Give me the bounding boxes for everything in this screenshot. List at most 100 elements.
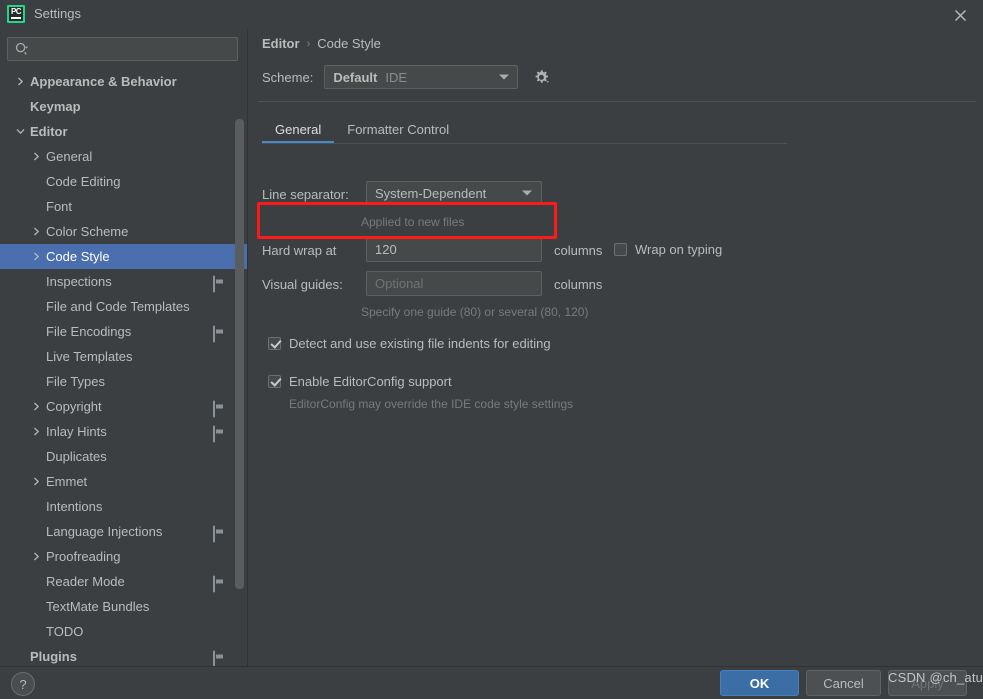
sidebar-item-todo[interactable]: TODO: [0, 619, 248, 644]
sidebar-item-label: Proofreading: [46, 549, 121, 564]
sidebar-item-file-types[interactable]: File Types: [0, 369, 248, 394]
chevron-down-icon[interactable]: [12, 127, 28, 136]
pycharm-logo-icon: PC: [7, 5, 25, 23]
sidebar-item-label: Inlay Hints: [46, 424, 107, 439]
title-bar: PC Settings: [0, 0, 983, 29]
ok-button[interactable]: OK: [720, 670, 799, 696]
scheme-dropdown[interactable]: Default IDE: [324, 65, 519, 89]
cancel-button[interactable]: Cancel: [806, 670, 881, 696]
visual-guides-hint: Specify one guide (80) or several (80, 1…: [361, 305, 589, 319]
line-separator-dropdown[interactable]: System-Dependent: [366, 181, 542, 205]
sidebar-item-label: File and Code Templates: [46, 299, 190, 314]
sidebar-scrollbar-track[interactable]: [235, 74, 246, 664]
sidebar-item-label: TextMate Bundles: [46, 599, 150, 614]
chevron-right-icon[interactable]: [28, 402, 44, 411]
chevron-right-icon[interactable]: [28, 152, 44, 161]
sidebar-item-file-encodings[interactable]: File Encodings: [0, 319, 248, 344]
tab-formatter-control[interactable]: Formatter Control: [334, 122, 462, 144]
hard-wrap-value: 120: [375, 242, 397, 257]
scheme-label: Scheme:: [262, 69, 314, 85]
enable-editorconfig-checkbox[interactable]: Enable EditorConfig support: [268, 374, 452, 389]
search-input[interactable]: [29, 39, 237, 59]
sidebar-item-copyright[interactable]: Copyright: [0, 394, 248, 419]
tab-underline: [262, 143, 787, 144]
breadcrumb-parent[interactable]: Editor: [262, 36, 300, 51]
sidebar-item-code-editing[interactable]: Code Editing: [0, 169, 248, 194]
plugin-badge-icon: [213, 425, 226, 442]
checkbox-box: [268, 375, 281, 388]
chevron-right-icon[interactable]: [28, 477, 44, 486]
sidebar-item-label: Duplicates: [46, 449, 107, 464]
sidebar-item-code-style[interactable]: Code Style: [0, 244, 248, 269]
hard-wrap-units-label: columns: [554, 243, 603, 258]
breadcrumb-separator-icon: ›: [306, 37, 311, 50]
chevron-right-icon[interactable]: [28, 227, 44, 236]
chevron-right-icon[interactable]: [28, 252, 44, 261]
sidebar-item-appearance-behavior[interactable]: Appearance & Behavior: [0, 69, 248, 94]
chevron-right-icon[interactable]: [12, 77, 28, 86]
sidebar-item-label: Live Templates: [46, 349, 133, 364]
visual-guides-placeholder: Optional: [375, 276, 424, 291]
sidebar-item-label: Emmet: [46, 474, 88, 489]
search-box[interactable]: [7, 37, 238, 61]
hard-wrap-input[interactable]: 120: [366, 237, 542, 262]
detect-indents-checkbox[interactable]: Detect and use existing file indents for…: [268, 336, 551, 351]
plugin-badge-icon: [213, 400, 226, 417]
sidebar-item-live-templates[interactable]: Live Templates: [0, 344, 248, 369]
settings-main-panel: Editor › Code Style Scheme: Default IDE: [248, 29, 983, 666]
sidebar-item-label: TODO: [46, 624, 84, 639]
sidebar-item-editor[interactable]: Editor: [0, 119, 248, 144]
plugin-badge-icon: [213, 325, 226, 342]
chevron-right-icon[interactable]: [28, 427, 44, 436]
header-divider: [258, 101, 976, 102]
sidebar-item-label: File Encodings: [46, 324, 132, 339]
sidebar-item-duplicates[interactable]: Duplicates: [0, 444, 248, 469]
tab-general[interactable]: General: [262, 122, 335, 144]
visual-guides-units-label: columns: [554, 277, 603, 292]
breadcrumb: Editor › Code Style: [262, 36, 381, 51]
plugin-badge-icon: [213, 575, 226, 592]
wrap-on-typing-checkbox[interactable]: Wrap on typing: [614, 242, 722, 257]
sidebar-item-font[interactable]: Font: [0, 194, 248, 219]
settings-dialog: PC Settings Appearance & Behavior Keymap E…: [0, 0, 983, 699]
editorconfig-hint: EditorConfig may override the IDE code s…: [289, 397, 574, 411]
sidebar-item-file-and-code-templates[interactable]: File and Code Templates: [0, 294, 248, 319]
sidebar-item-keymap[interactable]: Keymap: [0, 94, 248, 119]
scheme-scope: IDE: [385, 69, 408, 85]
sidebar-item-emmet[interactable]: Emmet: [0, 469, 248, 494]
sidebar-item-label: Font: [46, 199, 73, 214]
help-button[interactable]: ?: [11, 672, 35, 696]
sidebar-item-intentions[interactable]: Intentions: [0, 494, 248, 519]
sidebar-item-label: Reader Mode: [46, 574, 125, 589]
sidebar-item-general[interactable]: General: [0, 144, 248, 169]
sidebar-item-label: Code Style: [46, 249, 110, 264]
settings-sidebar: Appearance & Behavior Keymap Editor General…: [0, 29, 248, 666]
breadcrumb-current: Code Style: [317, 36, 381, 51]
visual-guides-label: Visual guides:: [262, 277, 343, 292]
sidebar-item-reader-mode[interactable]: Reader Mode: [0, 569, 248, 594]
plugin-badge-icon: [213, 275, 226, 292]
checkbox-box: [614, 243, 627, 256]
sidebar-item-inlay-hints[interactable]: Inlay Hints: [0, 419, 248, 444]
sidebar-item-language-injections[interactable]: Language Injections: [0, 519, 248, 544]
sidebar-item-color-scheme[interactable]: Color Scheme: [0, 219, 248, 244]
sidebar-item-proofreading[interactable]: Proofreading: [0, 544, 248, 569]
sidebar-item-label: Editor: [30, 124, 68, 139]
close-icon[interactable]: [949, 4, 971, 26]
sidebar-item-inspections[interactable]: Inspections: [0, 269, 248, 294]
sidebar-item-label: Language Injections: [46, 524, 163, 539]
sidebar-scrollbar-thumb[interactable]: [235, 119, 244, 589]
sidebar-item-label: General: [46, 149, 93, 164]
chevron-right-icon[interactable]: [28, 552, 44, 561]
sidebar-item-textmate-bundles[interactable]: TextMate Bundles: [0, 594, 248, 619]
apply-button[interactable]: Apply: [888, 670, 967, 696]
enable-editorconfig-label: Enable EditorConfig support: [289, 374, 452, 389]
line-separator-value: System-Dependent: [375, 185, 487, 201]
sidebar-item-label: Code Editing: [46, 174, 121, 189]
checkbox-box: [268, 337, 281, 350]
sidebar-item-label: Plugins: [30, 649, 77, 664]
gear-icon[interactable]: [532, 68, 550, 86]
visual-guides-input[interactable]: Optional: [366, 271, 542, 296]
sidebar-item-label: Copyright: [46, 399, 102, 414]
sidebar-item-plugins[interactable]: Plugins: [0, 644, 248, 666]
